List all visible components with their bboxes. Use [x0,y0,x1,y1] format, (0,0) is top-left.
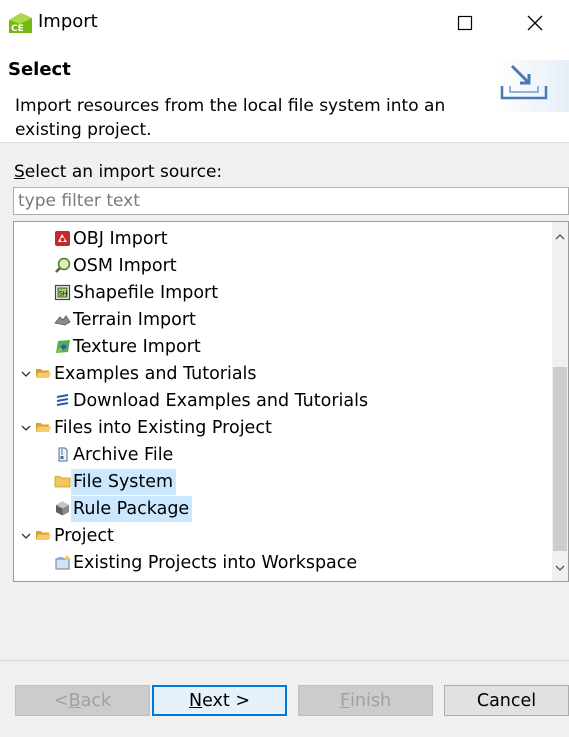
svg-text:SH: SH [59,291,67,298]
svg-text:CE: CE [11,24,24,33]
folder-open-icon [36,369,51,378]
download-examples-icon [56,394,69,406]
finish-button[interactable]: Finish [298,685,433,716]
maximize-icon [457,15,473,31]
cityengine-app-icon: CE [9,11,32,33]
tree-item-project[interactable]: Project [35,522,117,549]
tree-item-download-examples[interactable]: Download Examples and Tutorials [54,387,371,414]
tree-item-existing-projects[interactable]: Existing Projects into Workspace [54,549,360,576]
page-description: Import resources from the local file sys… [15,96,446,140]
wizard-header: Select Import resources from the local f… [0,46,569,143]
back-button[interactable]: < Back [15,685,150,716]
tree-item-obj-import[interactable]: OBJ Import [54,225,171,252]
import-source-tree[interactable]: OBJ Import OSM Import SH Shapefile Impor… [13,221,569,582]
obj-import-icon [55,231,70,246]
archive-file-icon [58,447,68,462]
close-icon [527,15,543,31]
terrain-import-icon [54,315,71,326]
osm-import-icon [55,257,71,273]
tree-item-osm-import[interactable]: OSM Import [54,252,180,279]
chevron-down-icon [21,533,31,539]
scroll-thumb[interactable] [553,367,567,551]
tree-item-shapefile-import[interactable]: SH Shapefile Import [54,279,221,306]
folder-open-icon [36,423,51,432]
tree-scrollbar[interactable] [552,222,568,581]
button-bar-divider [0,660,569,661]
window-title: Import [38,11,98,32]
scroll-up-arrow-icon[interactable] [552,230,568,244]
page-title: Select [8,59,71,80]
tree-item-file-system[interactable]: File System [54,468,177,495]
folder-icon [54,476,71,488]
expand-toggle-project[interactable] [19,522,33,549]
import-source-label: Select an import source: [14,162,223,182]
tree-item-rule-package[interactable]: Rule Package [54,495,193,522]
maximize-button[interactable] [442,6,488,40]
import-wizard-icon [496,60,569,112]
tree-item-examples-and-tutorials[interactable]: Examples and Tutorials [35,360,260,387]
filter-input[interactable] [13,187,569,215]
tree-item-terrain-import[interactable]: Terrain Import [54,306,199,333]
close-button[interactable] [512,6,558,40]
title-bar: CE Import [0,0,569,46]
rule-package-icon [56,501,69,516]
shapefile-import-icon: SH [54,284,71,301]
next-button[interactable]: Next > [152,685,287,716]
chevron-down-icon [21,425,31,431]
tree-item-archive-file[interactable]: Archive File [54,441,176,468]
expand-toggle-examples[interactable] [19,360,33,387]
tree-item-files-into-existing-project[interactable]: Files into Existing Project [35,414,275,441]
expand-toggle-files[interactable] [19,414,33,441]
scroll-down-arrow-icon[interactable] [552,561,568,575]
chevron-down-icon [21,371,31,377]
tree-item-texture-import[interactable]: Texture Import [54,333,204,360]
cancel-button[interactable]: Cancel [444,685,569,716]
folder-open-icon [36,531,51,540]
existing-projects-icon [55,555,70,570]
texture-import-icon [56,340,70,353]
